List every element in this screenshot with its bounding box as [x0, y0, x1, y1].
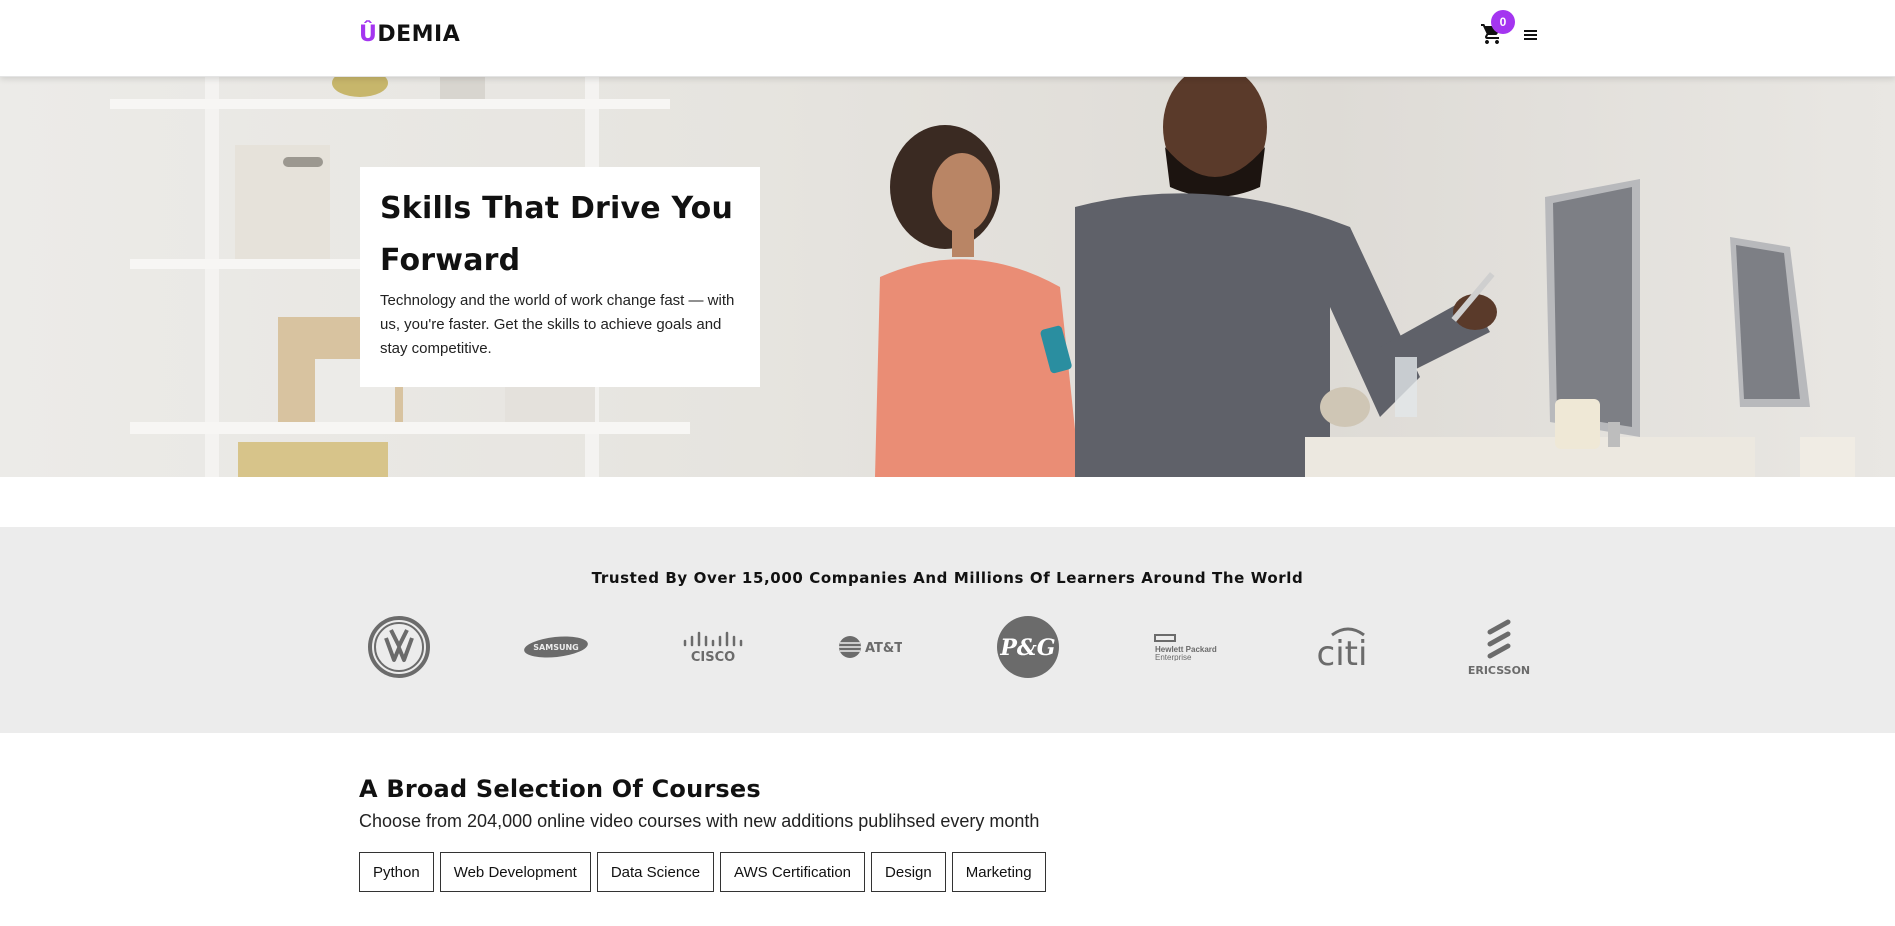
- cisco-logo: CISCO: [673, 612, 753, 682]
- udemia-logo[interactable]: ÛDEMIA: [359, 22, 460, 47]
- logo-text: DEMIA: [377, 22, 461, 47]
- svg-text:ERICSSON: ERICSSON: [1468, 664, 1530, 676]
- trusted-heading: Trusted By Over 15,000 Companies And Mil…: [591, 569, 1304, 587]
- svg-text:Enterprise: Enterprise: [1155, 653, 1192, 661]
- courses-heading: A Broad Selection Of Courses: [359, 775, 761, 803]
- top-navbar: ÛDEMIA 0: [0, 0, 1895, 77]
- svg-text:SAMSUNG: SAMSUNG: [533, 643, 578, 652]
- company-logos: SAMSUNG CISCO AT&T P&G Hewlett Packard E…: [359, 607, 1539, 687]
- hero-title: Skills That Drive You Forward: [380, 191, 734, 278]
- hpe-logo: Hewlett Packard Enterprise: [1145, 612, 1225, 682]
- samsung-logo: SAMSUNG: [516, 612, 596, 682]
- chip-marketing[interactable]: Marketing: [951, 852, 1046, 892]
- svg-text:AT&T: AT&T: [865, 641, 902, 656]
- ericsson-logo: ERICSSON: [1459, 612, 1539, 682]
- course-category-chips: Python Web Development Data Science AWS …: [359, 852, 1539, 892]
- cart-button[interactable]: 0: [1478, 10, 1515, 50]
- chip-data-science[interactable]: Data Science: [596, 852, 715, 892]
- svg-text:P&G: P&G: [999, 635, 1055, 661]
- volkswagen-logo: [359, 612, 439, 682]
- citi-logo: citi: [1302, 612, 1382, 682]
- chip-web-development[interactable]: Web Development: [439, 852, 591, 892]
- hero-photo-illustration: [110, 77, 1855, 477]
- pg-logo: P&G: [988, 612, 1068, 682]
- att-logo: AT&T: [830, 612, 910, 682]
- cart-count-badge: 0: [1491, 10, 1515, 34]
- chip-aws-certification[interactable]: AWS Certification: [720, 852, 866, 892]
- svg-text:CISCO: CISCO: [691, 650, 735, 663]
- hero-description: Technology and the world of work change …: [380, 292, 735, 357]
- svg-text:citi: citi: [1316, 634, 1367, 669]
- trusted-companies-band: Trusted By Over 15,000 Companies And Mil…: [0, 527, 1895, 733]
- chip-python[interactable]: Python: [359, 852, 434, 892]
- hero-banner: Skills That Drive You Forward Technology…: [0, 77, 1895, 477]
- hero-text-card: Skills That Drive You Forward Technology…: [360, 167, 760, 387]
- courses-section: A Broad Selection Of Courses Choose from…: [359, 775, 1539, 892]
- hamburger-menu-icon[interactable]: [1520, 24, 1542, 46]
- logo-accent-letter: Û: [359, 22, 378, 47]
- chip-design[interactable]: Design: [871, 852, 946, 892]
- courses-subtitle: Choose from 204,000 online video courses…: [359, 811, 1040, 831]
